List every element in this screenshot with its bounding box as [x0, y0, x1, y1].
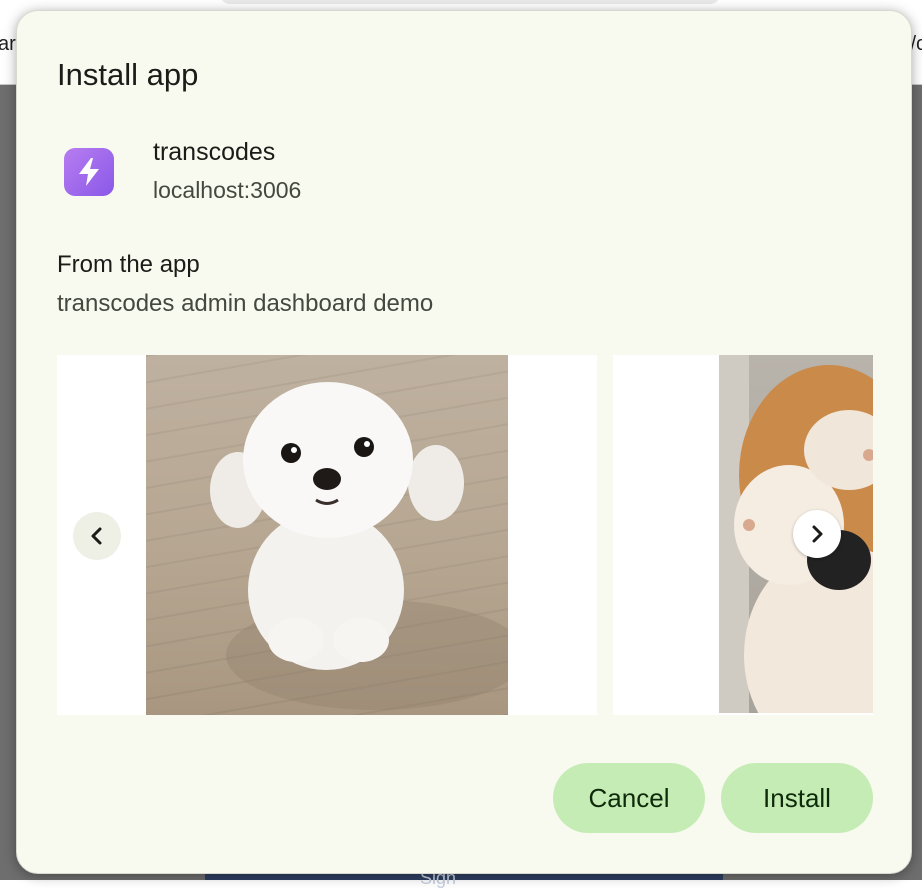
background-text-left: ar — [0, 33, 16, 55]
carousel-previous-button[interactable] — [73, 512, 121, 560]
address-bar — [220, 0, 720, 4]
cancel-button[interactable]: Cancel — [553, 763, 705, 833]
install-app-dialog: Install app transcodes localhost:3006 Fr… — [16, 10, 912, 874]
from-app-heading: From the app — [57, 251, 200, 278]
screenshot-slide — [57, 355, 597, 715]
maltese-puppy-screenshot — [146, 355, 508, 715]
install-button[interactable]: Install — [721, 763, 873, 833]
app-name: transcodes — [153, 138, 276, 166]
app-description: transcodes admin dashboard demo — [57, 290, 434, 317]
chevron-left-icon — [91, 527, 102, 545]
lightning-bolt-icon — [64, 148, 114, 196]
app-origin: localhost:3006 — [153, 177, 302, 203]
chevron-right-icon — [812, 525, 823, 543]
dialog-title: Install app — [57, 57, 199, 92]
screenshot-carousel[interactable] — [57, 355, 873, 715]
background-text-right: /c — [910, 33, 922, 55]
carousel-next-button[interactable] — [793, 510, 841, 558]
